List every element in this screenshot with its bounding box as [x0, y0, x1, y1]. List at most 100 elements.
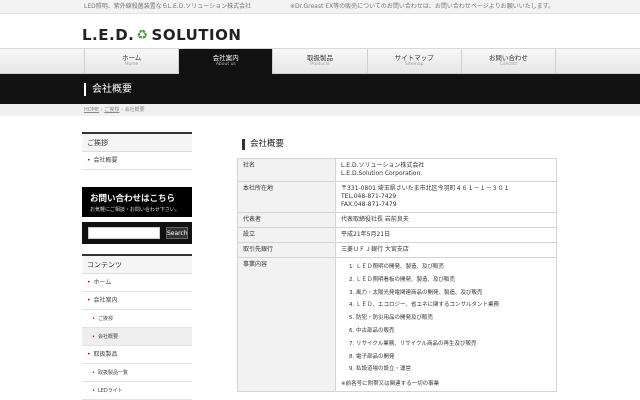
site-logo[interactable]: L.E.D. ♻ SOLUTION	[82, 24, 241, 46]
sidebar-item-home[interactable]: • ホーム	[82, 274, 192, 292]
row-key-bank: 取引先銀行	[237, 242, 336, 258]
sidebar-greeting-heading: ご挨拶	[82, 132, 192, 152]
table-row: 取引先銀行 三菱ＵＦＪ銀行 大宮支店	[237, 242, 557, 258]
contact-banner-title: お問い合わせはこちら	[90, 194, 176, 204]
nav-products[interactable]: 取扱製品 Products	[272, 49, 366, 75]
sidebar-subitem-led-light[interactable]: • LEDライト	[82, 382, 192, 400]
list-item: 3. 風力・太陽光発電関連商品の開発、製造、及び販売	[349, 289, 483, 296]
nav-contact[interactable]: お問い合わせ Contact	[460, 49, 557, 75]
table-row: 事業内容 1. ＬＥＤ照明の開発、製造、及び販売 2. ＬＥＤ照明看板の開発、製…	[237, 256, 557, 393]
page-title: 会社概要	[92, 84, 132, 95]
global-nav: ホーム Home 会社案内 About us 取扱製品 Products サイト…	[0, 48, 640, 75]
sidebar-item-label: ご挨拶	[97, 316, 113, 322]
sidebar-greeting: ご挨拶 • 会社概要	[82, 132, 192, 170]
nav-products-sublabel: Products	[310, 62, 330, 67]
table-row: 設立 平成21年5月21日	[237, 227, 557, 243]
sidebar-item-label: 会社概要	[97, 334, 118, 340]
title-bar-accent	[84, 83, 86, 96]
breadcrumb-current: 会社概要	[124, 107, 145, 113]
list-item: 2. ＬＥＤ照明看板の開発、製造、及び販売	[349, 276, 455, 283]
tel-number: TEL.048-871-7429	[341, 193, 397, 200]
breadcrumb-separator: ›	[120, 107, 123, 113]
sidebar-item-products[interactable]: • 取扱製品	[82, 346, 192, 364]
nav-products-label: 取扱製品	[307, 54, 333, 62]
nav-sitemap-sublabel: Sitemap	[404, 62, 424, 67]
page-title-band: 会社概要	[0, 74, 640, 104]
table-row: 社名 L.E.D.ソリューション株式会社 L.E.D.Solution Corp…	[237, 158, 557, 182]
row-value-company-name: L.E.D.ソリューション株式会社 L.E.D.Solution Corpora…	[335, 158, 557, 182]
bullet-icon: •	[92, 316, 95, 322]
search-box: Search	[82, 222, 192, 244]
logo-text-led: L.E.D.	[82, 26, 135, 44]
sidebar-item-about[interactable]: • 会社案内	[82, 292, 192, 310]
sidebar-item-label: LEDライト	[97, 388, 123, 394]
company-name-en: L.E.D.Solution Corporation.	[341, 170, 423, 177]
fax-number: FAX.048-871-7479	[341, 201, 397, 208]
sidebar-subitem-company-overview[interactable]: • 会社概要	[82, 328, 192, 346]
sidebar-item-label: 取扱製品一覧	[97, 370, 128, 376]
nav-sitemap-label: サイトマップ	[394, 54, 434, 62]
breadcrumb-separator: ›	[100, 107, 103, 113]
business-note: ※前各号に附帯又は関連する一切の事業	[341, 381, 440, 388]
list-item: 9. 私設道場の設立・運営	[349, 366, 411, 373]
list-item: 7. リサイクル業務、リサイクル商品の再生及び販売	[349, 340, 477, 347]
row-value-bank: 三菱ＵＦＪ銀行 大宮支店	[335, 242, 557, 258]
list-item: 1. ＬＥＤ照明の開発、製造、及び販売	[349, 264, 444, 270]
sidebar-item-label: ホーム	[93, 279, 112, 286]
search-input[interactable]	[88, 227, 160, 239]
sidebar-contents-heading: コンテンツ	[82, 254, 192, 274]
nav-about-label: 会社案内	[212, 54, 239, 62]
table-row: 本社所在地 〒331-0801 埼玉県さいたま市北区今羽町４６１－１－３０１ T…	[237, 181, 557, 213]
contact-banner[interactable]: お問い合わせはこちら お気軽にご相談・お問い合わせ下さい。	[82, 187, 192, 217]
recycle-icon: ♻	[136, 27, 149, 43]
bullet-icon: •	[87, 157, 91, 164]
row-value-address: 〒331-0801 埼玉県さいたま市北区今羽町４６１－１－３０１ TEL.048…	[335, 181, 557, 213]
search-button[interactable]: Search	[166, 227, 188, 239]
address-line: 〒331-0801 埼玉県さいたま市北区今羽町４６１－１－３０１	[341, 185, 510, 192]
sidebar-item-company-overview[interactable]: • 会社概要	[82, 152, 192, 170]
row-key-representative: 代表者	[237, 212, 336, 228]
sidebar-subitem-product-list[interactable]: • 取扱製品一覧	[82, 364, 192, 382]
nav-contact-label: お問い合わせ	[488, 54, 528, 62]
logo-text-solution: SOLUTION	[151, 26, 242, 44]
nav-contact-sublabel: Contact	[499, 62, 518, 67]
sidebar-item-label: 会社概要	[93, 157, 118, 164]
breadcrumb-parent[interactable]: ご挨拶	[104, 107, 119, 113]
list-item: 4. ＬＥＤ、エコロジー、省エネに関するコンサルタント業務	[349, 302, 499, 309]
sidebar-item-label: 取扱製品	[93, 351, 118, 358]
contact-banner-subtitle: お気軽にご相談・お問い合わせ下さい。	[90, 207, 180, 213]
list-item: 8. 電子部品の開発	[349, 353, 395, 360]
bullet-icon: •	[92, 334, 95, 340]
row-key-company-name: 社名	[237, 158, 336, 182]
row-key-business: 事業内容	[237, 256, 336, 393]
nav-home-label: ホーム	[121, 54, 142, 62]
sidebar-contents: コンテンツ • ホーム • 会社案内 • ご挨拶 • 会社概要 • 取扱製品 • 取扱製品一…	[82, 254, 192, 400]
top-info-bar: LED照明、紫外線殺菌装置ならL.E.D.ソリューション株式会社 ※Dr.Gre…	[0, 0, 640, 14]
list-item: 6. 中古部品の販売	[349, 327, 395, 334]
company-name-jp: L.E.D.ソリューション株式会社	[341, 162, 425, 169]
table-row: 代表者 代表取締役社長 岩前良夫	[237, 212, 557, 228]
sidebar-subitem-greeting[interactable]: • ご挨拶	[82, 310, 192, 328]
site-tagline: LED照明、紫外線殺菌装置ならL.E.D.ソリューション株式会社	[84, 3, 252, 10]
row-key-established: 設立	[237, 227, 336, 243]
breadcrumb: HOME › ご挨拶 › 会社概要	[0, 104, 640, 116]
business-list: 1. ＬＥＤ照明の開発、製造、及び販売 2. ＬＥＤ照明看板の開発、製造、及び販…	[341, 261, 551, 376]
row-key-address: 本社所在地	[237, 181, 336, 213]
contact-notice: ※Dr.Greast EX等の販売についてのお問い合わせは、お問い合わせページよ…	[290, 3, 555, 10]
bullet-icon: •	[92, 370, 95, 376]
bullet-icon: •	[87, 351, 91, 358]
breadcrumb-home[interactable]: HOME	[84, 107, 99, 113]
nav-about[interactable]: 会社案内 About us	[178, 49, 273, 75]
main-heading: 会社概要	[242, 139, 284, 150]
row-value-business: 1. ＬＥＤ照明の開発、製造、及び販売 2. ＬＥＤ照明看板の開発、製造、及び販…	[335, 256, 557, 393]
bullet-icon: •	[92, 388, 95, 394]
row-value-representative: 代表取締役社長 岩前良夫	[335, 212, 557, 228]
company-info-table: 社名 L.E.D.ソリューション株式会社 L.E.D.Solution Corp…	[237, 158, 557, 393]
bullet-icon: •	[87, 279, 91, 286]
nav-home-sublabel: Home	[124, 62, 139, 67]
nav-about-sublabel: About us	[215, 62, 236, 67]
sidebar-item-label: 会社案内	[93, 297, 118, 304]
nav-sitemap[interactable]: サイトマップ Sitemap	[366, 49, 461, 75]
nav-home[interactable]: ホーム Home	[84, 49, 178, 75]
row-value-established: 平成21年5月21日	[335, 227, 557, 243]
